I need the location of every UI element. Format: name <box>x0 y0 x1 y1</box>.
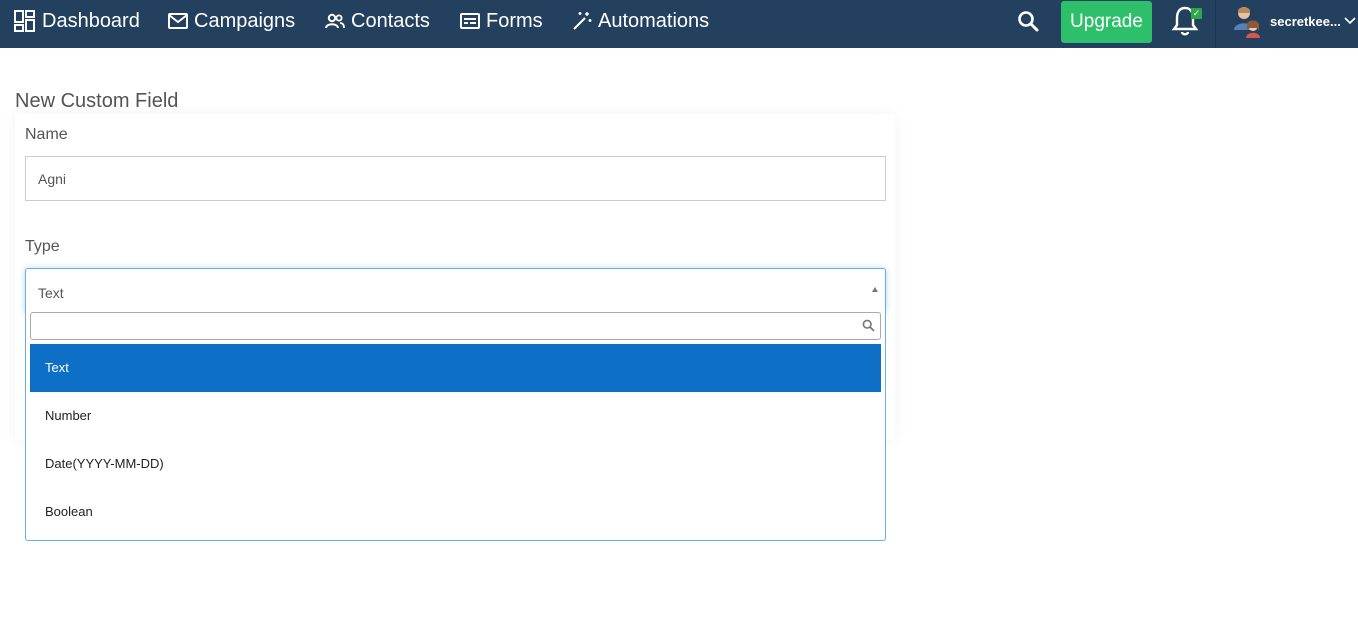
type-select-value: Text <box>38 285 64 301</box>
option-boolean[interactable]: Boolean <box>30 488 881 536</box>
people-icon <box>325 13 345 29</box>
form-icon <box>460 13 480 29</box>
option-number[interactable]: Number <box>30 392 881 440</box>
type-dropdown: Text Number Date(YYYY-MM-DD) Boolean <box>25 312 886 541</box>
type-select[interactable]: Text <box>25 268 886 313</box>
top-navbar: Dashboard Campaigns Contacts Forms Autom… <box>0 0 1358 48</box>
dropdown-search-input[interactable] <box>30 312 881 340</box>
nav-automations-label: Automations <box>598 9 710 32</box>
envelope-icon <box>168 13 188 29</box>
user-menu[interactable]: secretkee... <box>1230 4 1356 38</box>
name-label: Name <box>25 126 68 143</box>
chevron-down-icon <box>1344 17 1356 25</box>
nav-divider <box>1215 0 1216 48</box>
nav-forms-label: Forms <box>486 9 543 32</box>
dropdown-options: Text Number Date(YYYY-MM-DD) Boolean <box>30 344 881 536</box>
nav-forms[interactable]: Forms <box>460 0 543 42</box>
username-label: secretkee... <box>1270 13 1341 29</box>
search-icon[interactable] <box>1016 9 1040 33</box>
notification-badge: ✓ <box>1191 8 1202 19</box>
dashboard-icon <box>14 10 35 32</box>
dropdown-search-wrap <box>30 312 881 340</box>
upgrade-button[interactable]: Upgrade <box>1061 1 1152 43</box>
nav-automations[interactable]: Automations <box>572 0 709 42</box>
option-text[interactable]: Text <box>30 344 881 392</box>
page-title: New Custom Field <box>15 90 179 112</box>
avatar-icon <box>1234 7 1260 38</box>
search-icon <box>862 319 875 332</box>
magic-wand-icon <box>573 12 592 30</box>
option-date[interactable]: Date(YYYY-MM-DD) <box>30 440 881 488</box>
nav-dashboard-label: Dashboard <box>42 9 140 32</box>
type-label: Type <box>25 238 60 255</box>
nav-campaigns[interactable]: Campaigns <box>168 0 295 42</box>
nav-contacts[interactable]: Contacts <box>325 0 430 42</box>
nav-contacts-label: Contacts <box>351 9 430 32</box>
name-input[interactable] <box>25 156 886 201</box>
nav-campaigns-label: Campaigns <box>194 9 296 32</box>
caret-up-icon <box>872 287 878 292</box>
nav-dashboard[interactable]: Dashboard <box>14 0 140 42</box>
